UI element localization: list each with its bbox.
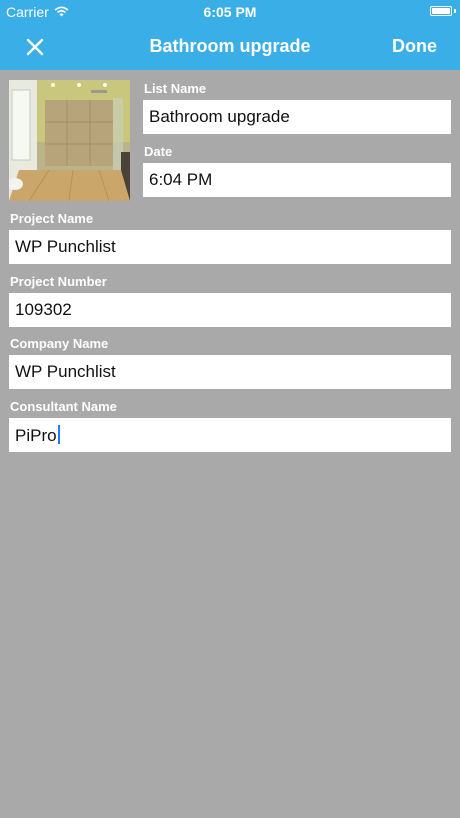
date-label: Date: [144, 144, 173, 159]
nav-title: Bathroom upgrade: [149, 36, 311, 56]
nav-bar: Bathroom upgrade Done: [0, 24, 460, 70]
battery-icon: [430, 6, 452, 16]
date-value: 6:04 PM: [149, 170, 213, 189]
battery-fill: [432, 8, 450, 14]
project-name-label: Project Name: [10, 211, 94, 226]
consultant-name-value: PiPro: [15, 426, 57, 445]
list-name-label: List Name: [144, 81, 207, 96]
project-number-field[interactable]: 109302: [9, 293, 451, 327]
consultant-name-field[interactable]: PiPro: [9, 418, 451, 452]
battery-tip: [454, 9, 456, 13]
date-field[interactable]: 6:04 PM: [143, 163, 451, 197]
list-name-field[interactable]: Bathroom upgrade: [143, 100, 451, 134]
project-name-field[interactable]: WP Punchlist: [9, 230, 451, 264]
done-button[interactable]: Done: [392, 36, 437, 57]
list-name-value: Bathroom upgrade: [149, 107, 290, 126]
consultant-name-label: Consultant Name: [10, 399, 117, 414]
project-name-value: WP Punchlist: [15, 237, 116, 256]
project-number-value: 109302: [15, 300, 72, 319]
company-name-field[interactable]: WP Punchlist: [9, 355, 451, 389]
bathroom-photo[interactable]: [9, 80, 130, 201]
project-number-label: Project Number: [10, 274, 107, 289]
text-cursor: [57, 425, 60, 444]
status-bar: Carrier 6:05 PM: [0, 0, 460, 24]
company-name-value: WP Punchlist: [15, 362, 116, 381]
screen: Carrier 6:05 PM Bathroom upgrade Done Li…: [0, 0, 460, 818]
company-name-label: Company Name: [10, 336, 109, 351]
status-time: 6:05 PM: [203, 4, 257, 20]
